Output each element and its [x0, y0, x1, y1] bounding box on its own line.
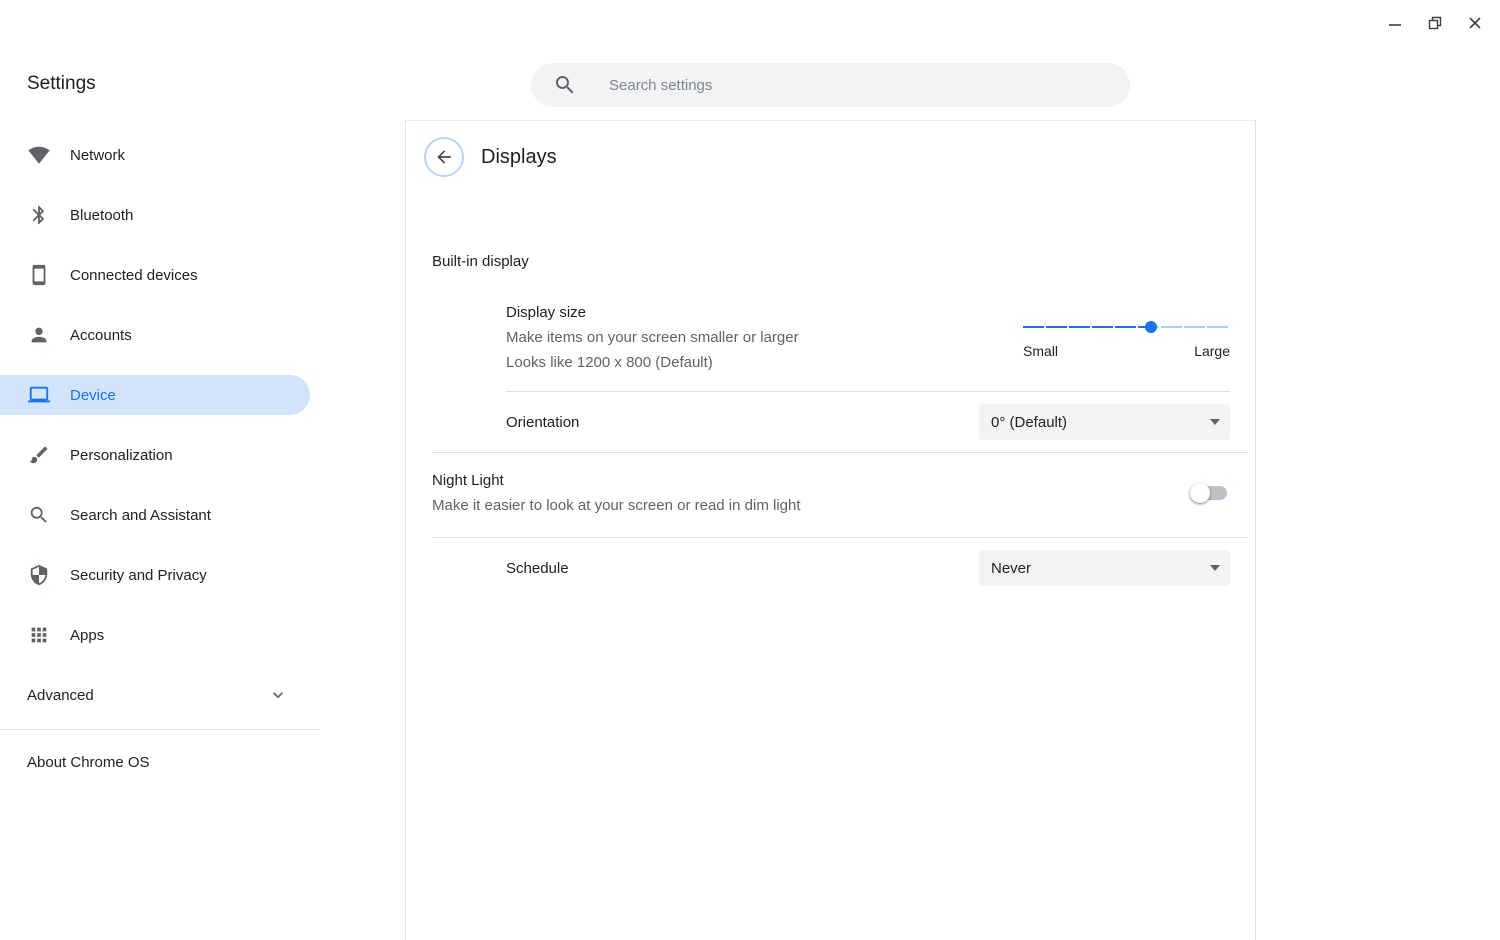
sidebar-item-accounts[interactable]: Accounts — [0, 315, 310, 355]
restore-icon — [1428, 16, 1442, 30]
schedule-select[interactable]: Never — [979, 550, 1230, 586]
toggle-knob — [1190, 483, 1210, 503]
orientation-row: Orientation 0° (Default) — [406, 392, 1255, 452]
slider-thumb[interactable] — [1145, 321, 1157, 333]
paintbrush-icon — [27, 443, 51, 467]
sidebar-item-label: Network — [70, 147, 125, 164]
sidebar-item-personalization[interactable]: Personalization — [0, 435, 310, 475]
chevron-down-icon — [1210, 565, 1220, 571]
night-light-row: Night Light Make it easier to look at yo… — [406, 453, 1255, 537]
page-header: Displays — [406, 121, 1255, 177]
sidebar-item-label: Connected devices — [70, 267, 198, 284]
bluetooth-icon — [27, 203, 51, 227]
orientation-select[interactable]: 0° (Default) — [979, 404, 1230, 440]
slider-min-label: Small — [1023, 343, 1058, 359]
divider — [0, 729, 320, 730]
chevron-down-icon — [268, 685, 288, 705]
slider-labels: Small Large — [1023, 343, 1230, 359]
laptop-icon — [27, 383, 51, 407]
sidebar-item-label: Apps — [70, 627, 104, 644]
sidebar-item-label: Accounts — [70, 327, 132, 344]
sidebar-item-label: Bluetooth — [70, 207, 133, 224]
display-size-subtitle: Make items on your screen smaller or lar… — [506, 325, 799, 350]
section-title: Built-in display — [432, 253, 1255, 270]
close-icon — [1468, 16, 1482, 30]
night-light-toggle[interactable] — [1193, 486, 1227, 500]
sidebar: Network Bluetooth Connected devices Acco… — [0, 120, 405, 940]
apps-grid-icon — [27, 623, 51, 647]
window-controls — [1380, 8, 1490, 38]
search-input[interactable]: Search settings — [531, 63, 1130, 107]
search-icon — [553, 73, 577, 97]
sidebar-item-label: Search and Assistant — [70, 507, 211, 524]
display-size-current: Looks like 1200 x 800 (Default) — [506, 350, 799, 375]
shield-icon — [27, 563, 51, 587]
close-button[interactable] — [1460, 8, 1490, 38]
night-light-title: Night Light — [432, 468, 801, 493]
minimize-icon — [1388, 16, 1402, 30]
page-title: Displays — [481, 146, 557, 169]
sidebar-item-label: Personalization — [70, 447, 173, 464]
sidebar-item-device[interactable]: Device — [0, 375, 310, 415]
sidebar-item-label: Security and Privacy — [70, 567, 207, 584]
back-button[interactable] — [424, 137, 464, 177]
chevron-down-icon — [1210, 419, 1220, 425]
orientation-label: Orientation — [506, 410, 579, 435]
sidebar-item-bluetooth[interactable]: Bluetooth — [0, 195, 310, 235]
search-icon — [27, 503, 51, 527]
display-size-title: Display size — [506, 300, 799, 325]
wifi-icon — [27, 143, 51, 167]
sidebar-item-network[interactable]: Network — [0, 135, 310, 175]
sidebar-item-advanced[interactable]: Advanced — [0, 675, 310, 715]
display-size-text: Display size Make items on your screen s… — [506, 300, 799, 375]
back-arrow-icon — [434, 147, 454, 167]
sidebar-item-security-privacy[interactable]: Security and Privacy — [0, 555, 310, 595]
schedule-row: Schedule Never — [406, 538, 1255, 598]
slider-max-label: Large — [1194, 343, 1230, 359]
schedule-label: Schedule — [506, 556, 569, 581]
orientation-value: 0° (Default) — [991, 414, 1067, 431]
restore-button[interactable] — [1420, 8, 1450, 38]
sidebar-item-search-assistant[interactable]: Search and Assistant — [0, 495, 310, 535]
night-light-text: Night Light Make it easier to look at yo… — [432, 468, 801, 518]
minimize-button[interactable] — [1380, 8, 1410, 38]
top-bar: Settings Search settings — [0, 0, 1500, 120]
smartphone-icon — [27, 263, 51, 287]
advanced-label: Advanced — [27, 687, 94, 704]
display-size-slider[interactable]: Small Large — [1023, 326, 1230, 359]
person-icon — [27, 323, 51, 347]
search-placeholder: Search settings — [609, 77, 712, 94]
sidebar-item-label: Device — [70, 387, 116, 404]
schedule-value: Never — [991, 560, 1031, 577]
sidebar-item-about-chrome-os[interactable]: About Chrome OS — [0, 742, 405, 782]
main-content: Displays Built-in display Display size M… — [405, 120, 1256, 940]
app-title: Settings — [27, 73, 96, 95]
slider-track[interactable] — [1023, 326, 1230, 328]
sidebar-item-connected-devices[interactable]: Connected devices — [0, 255, 310, 295]
sidebar-item-apps[interactable]: Apps — [0, 615, 310, 655]
night-light-subtitle: Make it easier to look at your screen or… — [432, 493, 801, 518]
display-size-row: Display size Make items on your screen s… — [406, 270, 1255, 391]
